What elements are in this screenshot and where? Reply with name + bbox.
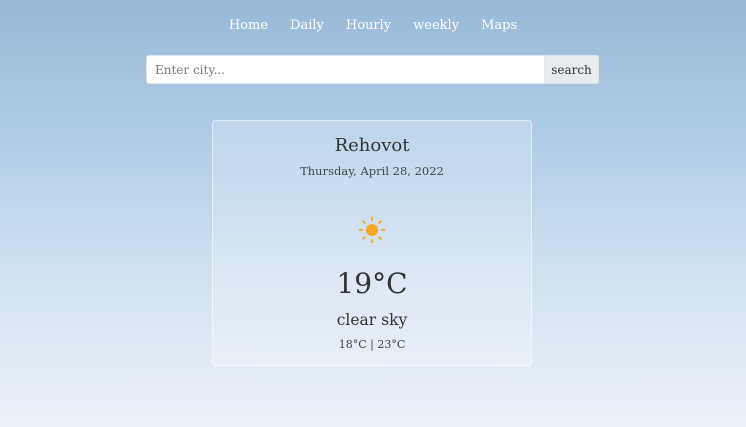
city-name: Rehovot [334, 135, 410, 156]
search-bar: search [146, 55, 599, 84]
search-button[interactable]: search [545, 55, 599, 84]
current-date: Thursday, April 28, 2022 [300, 164, 444, 178]
temperature-range: 18°C | 23°C [338, 338, 406, 351]
nav-weekly-link[interactable]: weekly [413, 18, 459, 33]
main-nav: Home Daily Hourly weekly Maps [0, 18, 746, 33]
nav-home-link[interactable]: Home [229, 18, 268, 33]
nav-maps-link[interactable]: Maps [481, 18, 517, 33]
city-search-input[interactable] [146, 55, 545, 84]
nav-hourly-link[interactable]: Hourly [346, 18, 391, 33]
weather-card: Rehovot Thursday, April 28, 2022 19°C cl… [212, 120, 532, 366]
weather-description: clear sky [336, 311, 408, 329]
sun-icon [358, 216, 386, 244]
nav-daily-link[interactable]: Daily [290, 18, 324, 33]
current-temperature: 19°C [336, 267, 408, 300]
